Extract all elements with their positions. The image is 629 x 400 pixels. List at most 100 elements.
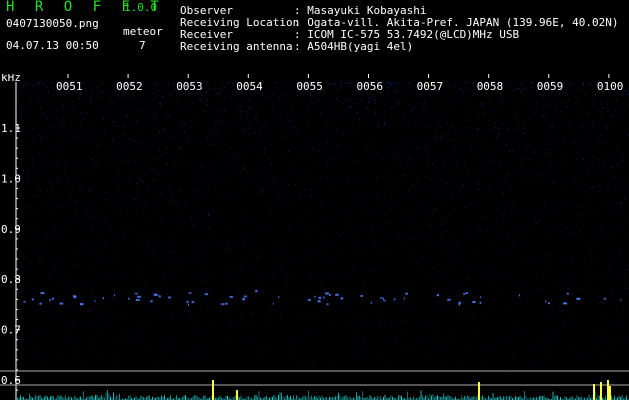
noise-dot [615, 176, 617, 178]
noise-dot [127, 226, 129, 228]
noise-dot [513, 128, 515, 130]
noise-dot [452, 146, 454, 148]
noise-dot [264, 151, 266, 153]
noise-dot [291, 122, 293, 123]
noise-dot [609, 189, 611, 191]
baseline-bar [47, 396, 48, 400]
noise-dot [478, 188, 480, 190]
noise-dot [240, 316, 242, 317]
noise-dot [105, 241, 107, 243]
noise-dot [354, 176, 355, 178]
noise-dot [370, 248, 371, 250]
noise-dot [364, 347, 365, 348]
noise-dot [227, 248, 229, 250]
noise-dot [509, 82, 511, 84]
noise-dot [72, 304, 74, 306]
noise-dot [48, 292, 50, 294]
noise-dot [110, 99, 111, 101]
noise-dot [328, 187, 330, 189]
noise-dot [564, 127, 566, 129]
noise-dot [214, 84, 216, 85]
noise-dot [524, 88, 526, 90]
baseline-bar [335, 396, 336, 400]
noise-dot [467, 207, 469, 209]
baseline-bar [117, 396, 119, 400]
noise-dot [333, 83, 335, 85]
noise-dot [55, 210, 57, 212]
noise-dot [313, 332, 315, 334]
noise-dot [468, 234, 470, 236]
noise-dot [582, 83, 584, 85]
noise-dot [601, 342, 602, 344]
noise-dot [310, 253, 312, 255]
noise-dot [67, 185, 69, 187]
noise-dot [344, 83, 346, 84]
noise-dot [178, 219, 180, 221]
noise-dot [276, 354, 278, 356]
noise-dot [536, 223, 538, 224]
noise-dot [187, 140, 189, 142]
noise-dot [235, 282, 236, 284]
noise-dot [127, 115, 129, 116]
noise-dot [36, 256, 38, 258]
noise-dot [383, 316, 385, 318]
noise-dot [264, 160, 265, 162]
noise-dot [491, 193, 493, 195]
noise-dot [371, 229, 373, 231]
noise-dot [167, 82, 169, 84]
noise-dot [501, 356, 503, 357]
noise-dot [197, 190, 198, 192]
noise-dot [94, 267, 96, 269]
noise-dot [210, 272, 212, 274]
noise-dot [452, 306, 454, 308]
noise-dot [412, 304, 414, 306]
baseline-bar [95, 395, 96, 400]
noise-dot [279, 359, 281, 361]
noise-dot [36, 351, 38, 353]
noise-dot [198, 168, 199, 170]
noise-dot [32, 128, 34, 130]
noise-dot [80, 183, 82, 185]
baseline-bar [38, 396, 39, 400]
noise-dot [247, 111, 248, 113]
baseline-bar [83, 391, 84, 400]
noise-dot [460, 87, 462, 89]
noise-dot [468, 127, 470, 129]
noise-dot [204, 111, 206, 113]
noise-dot [589, 279, 591, 281]
noise-dot [32, 126, 34, 128]
noise-dot [349, 106, 351, 108]
noise-dot [408, 266, 410, 268]
noise-dot [90, 140, 92, 142]
noise-dot [495, 120, 497, 122]
noise-dot [543, 94, 544, 96]
noise-dot [531, 185, 532, 187]
noise-dot [610, 114, 612, 116]
noise-dot [31, 263, 33, 265]
noise-dot [432, 337, 434, 339]
noise-dot [208, 143, 210, 145]
noise-dot [42, 101, 44, 103]
baseline-bar [509, 396, 510, 400]
echo-dot [128, 297, 130, 300]
noise-dot [204, 270, 206, 272]
noise-dot [114, 182, 116, 184]
noise-dot [578, 353, 580, 355]
noise-dot [166, 134, 168, 136]
noise-dot [527, 157, 529, 159]
noise-dot [47, 91, 49, 93]
baseline-bar [197, 396, 198, 400]
noise-dot [418, 305, 420, 307]
noise-dot [581, 139, 583, 141]
noise-dot [496, 208, 498, 210]
noise-dot [424, 325, 426, 327]
baseline-bar [474, 395, 476, 400]
noise-dot [143, 146, 145, 148]
noise-dot [54, 198, 56, 200]
noise-dot [566, 226, 568, 228]
noise-dot [410, 87, 411, 89]
noise-dot [392, 299, 394, 301]
noise-dot [619, 175, 621, 177]
noise-dot [315, 251, 317, 253]
noise-dot [532, 331, 534, 333]
